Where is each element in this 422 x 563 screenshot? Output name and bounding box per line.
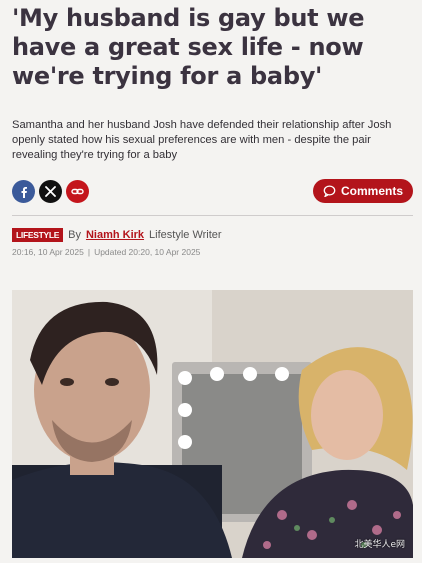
article-standfirst: Samantha and her husband Josh have defen…: [12, 119, 392, 161]
comment-bubble-icon: [323, 185, 336, 197]
article-photo: 北美华人e网: [12, 290, 413, 558]
image-watermark: 北美华人e网: [354, 540, 405, 550]
byline-by: By: [68, 229, 81, 241]
article-dates: 20:16, 10 Apr 2025 | Updated 20:20, 10 A…: [12, 247, 200, 257]
facebook-share-button[interactable]: [12, 180, 35, 203]
section-badge[interactable]: LIFESTYLE: [12, 228, 64, 242]
comments-label: Comments: [340, 184, 403, 198]
author-role: Lifestyle Writer: [149, 229, 222, 241]
share-bar: [12, 180, 89, 203]
updated-date: Updated 20:20, 10 Apr 2025: [94, 247, 201, 257]
copy-link-button[interactable]: [66, 180, 89, 203]
byline: LIFESTYLE By Niamh Kirk Lifestyle Writer: [12, 228, 222, 242]
divider: [12, 215, 413, 216]
article-headline: 'My husband is gay but we have a great s…: [12, 4, 365, 90]
date-separator: |: [87, 247, 91, 257]
published-date: 20:16, 10 Apr 2025: [12, 247, 84, 257]
link-icon: [71, 188, 84, 195]
author-link[interactable]: Niamh Kirk: [86, 229, 144, 241]
x-icon: [45, 186, 56, 197]
x-share-button[interactable]: [39, 180, 62, 203]
facebook-icon: [21, 186, 27, 198]
comments-button[interactable]: Comments: [313, 179, 413, 203]
